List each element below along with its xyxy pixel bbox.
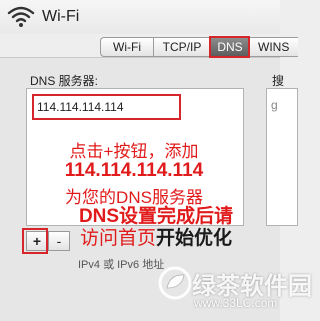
add-button-highlight: [22, 228, 48, 254]
instruction-line-2: 114.114.114.114: [64, 160, 204, 181]
tab-wifi[interactable]: Wi-Fi: [100, 37, 153, 57]
overlay-notice-optimize: 开始优化: [156, 228, 233, 249]
tab-bar: Wi-Fi TCP/IP DNS WINS: [100, 36, 298, 58]
search-domains-list[interactable]: g: [266, 88, 298, 226]
leaf-logo-icon: [158, 266, 192, 300]
search-domains-label: 搜: [272, 74, 285, 88]
title-bar: Wi-Fi: [0, 0, 280, 34]
tab-dns[interactable]: DNS: [209, 36, 250, 58]
search-domain-entry[interactable]: g: [271, 98, 278, 112]
dns-servers-label: DNS 服务器:: [30, 74, 99, 88]
overlay-notice-line-1: DNS设置完成后请: [78, 206, 234, 227]
overlay-notice-visit: 访问首页: [79, 228, 156, 249]
instruction-line-1: 点击+按钮，添加: [69, 142, 199, 161]
overlay-notice: DNS设置完成后请 访问首页开始优化: [66, 206, 246, 250]
window-title: Wi-Fi: [42, 8, 80, 25]
wifi-icon: [7, 6, 35, 27]
watermark-url: www.33LC.com: [194, 296, 278, 310]
tab-wins[interactable]: WINS: [249, 37, 298, 57]
tab-tcpip[interactable]: TCP/IP: [153, 37, 210, 57]
instruction-line-3: 为您的DNS服务器: [65, 188, 203, 207]
dns-server-entry[interactable]: 114.114.114.114: [32, 94, 181, 120]
overlay-notice-line-2: 访问首页开始优化: [66, 228, 246, 250]
address-hint: IPv4 或 IPv6 地址: [78, 259, 165, 271]
